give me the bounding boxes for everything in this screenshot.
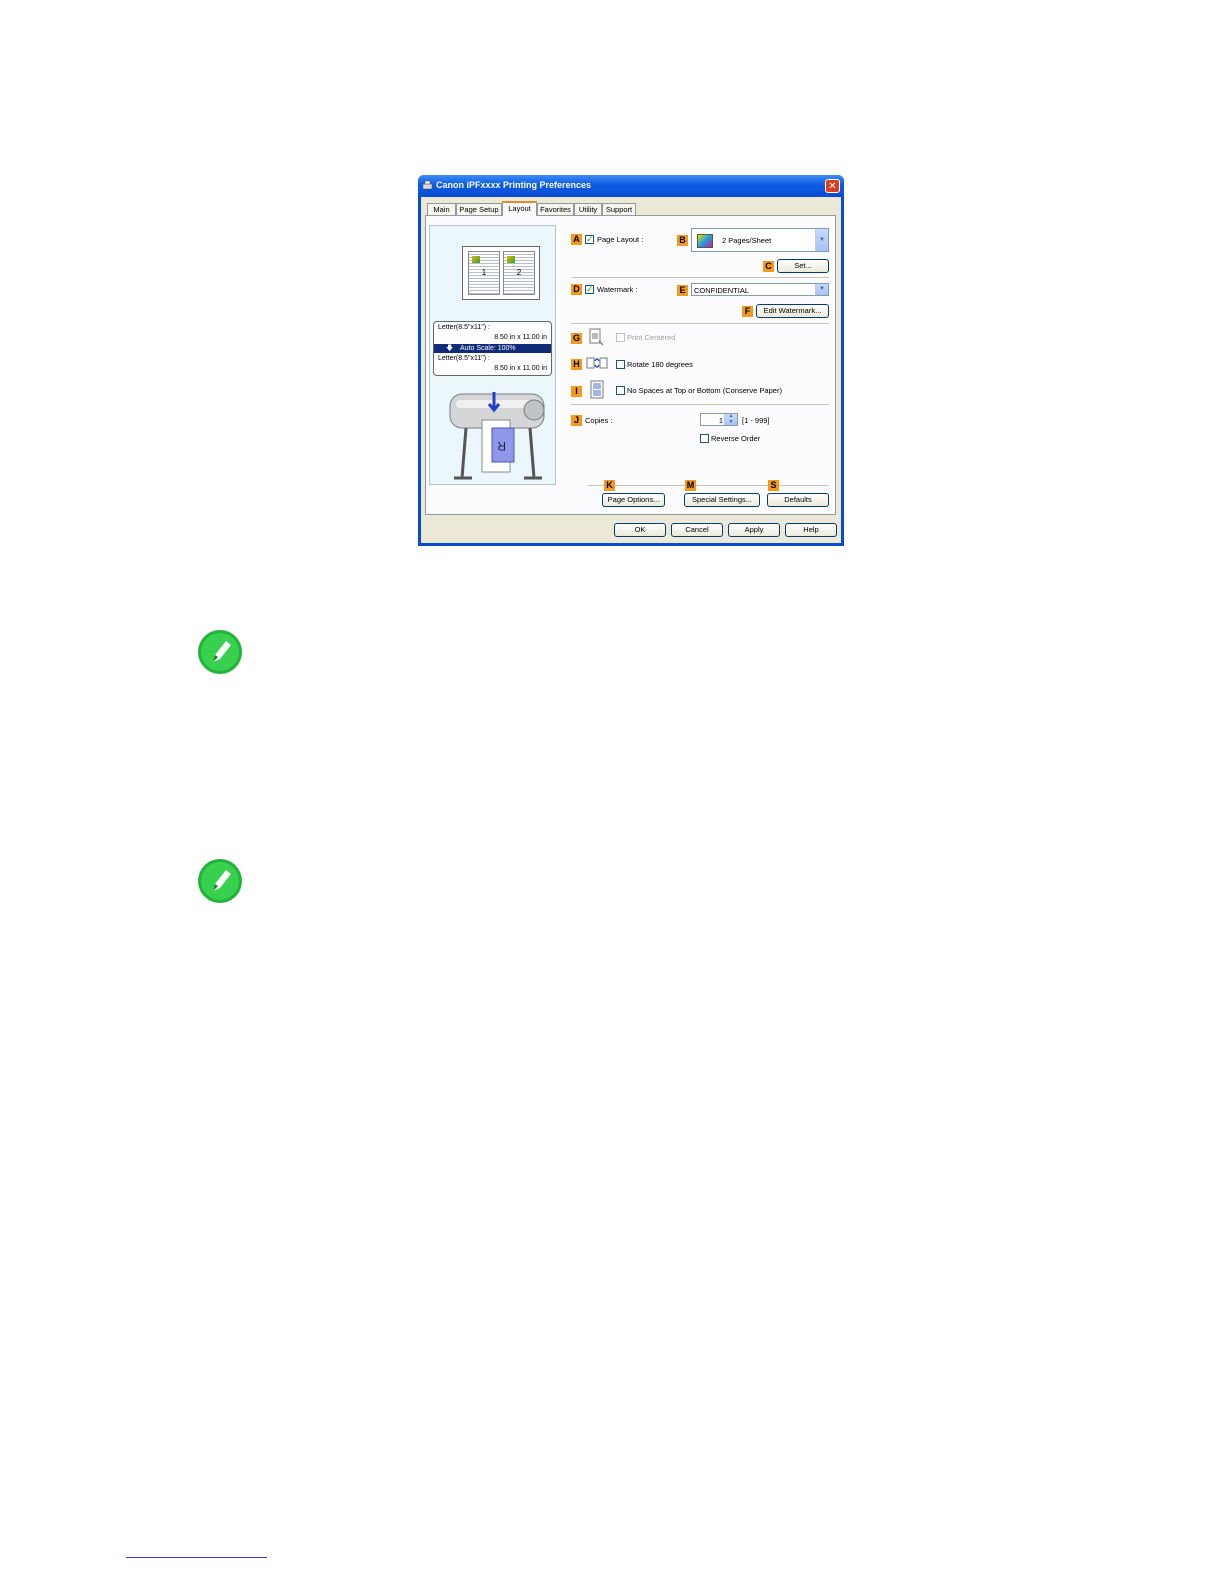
printer-app-icon bbox=[422, 180, 433, 190]
callout-badge-h: H bbox=[571, 359, 582, 370]
help-button[interactable]: Help bbox=[785, 523, 837, 537]
preview-panel: 1 2 Letter(8.5"x11") : 8.50 in x 11.00 i… bbox=[429, 225, 556, 485]
printer-illustration-icon: R bbox=[449, 392, 545, 480]
tab-favorites[interactable]: Favorites bbox=[537, 203, 574, 215]
window-title: Canon iPFxxxx Printing Preferences bbox=[436, 180, 592, 190]
preview-page-2: 2 bbox=[503, 251, 535, 295]
print-centered-icon bbox=[589, 328, 604, 346]
watermark-checkbox[interactable] bbox=[585, 284, 594, 295]
watermark-label: Watermark : bbox=[597, 285, 638, 294]
chevron-down-icon[interactable]: ▼ bbox=[815, 284, 828, 295]
page-layout-select[interactable]: 2 Pages/Sheet ▼ bbox=[691, 228, 829, 252]
reverse-order-label: Reverse Order bbox=[711, 434, 761, 443]
print-centered-label: Print Centered bbox=[627, 333, 676, 342]
callout-badge-j: J bbox=[571, 415, 582, 426]
callout-badge-b: B bbox=[677, 235, 688, 246]
special-settings-button[interactable]: Special Settings... bbox=[684, 493, 760, 507]
printing-preferences-dialog: Canon iPFxxxx Printing Preferences ✕ Mai… bbox=[418, 175, 844, 546]
apply-button[interactable]: Apply bbox=[728, 523, 780, 537]
callout-badge-c: C bbox=[763, 261, 774, 272]
close-button[interactable]: ✕ bbox=[825, 179, 840, 193]
dialog-client-area: Main Page Setup Layout Favorites Utility… bbox=[421, 197, 841, 543]
callout-badge-s: S bbox=[768, 480, 779, 491]
layout-thumbnail-icon bbox=[697, 234, 713, 248]
down-arrow-icon: 🡇 bbox=[446, 345, 454, 352]
callout-badge-k: K bbox=[604, 480, 615, 491]
callout-badge-a: A bbox=[571, 234, 582, 245]
chevron-down-icon[interactable]: ▼ bbox=[815, 229, 828, 251]
pencil-note-icon bbox=[198, 859, 242, 903]
footer-link-underline[interactable] bbox=[126, 1557, 267, 1558]
output-size-dims: 8.50 in x 11.00 in bbox=[494, 365, 547, 372]
callout-badge-f: F bbox=[742, 306, 753, 317]
paper-size-info: Letter(8.5"x11") : 8.50 in x 11.00 in 🡇 … bbox=[433, 321, 552, 376]
tab-utility[interactable]: Utility bbox=[574, 203, 602, 215]
page-layout-value: 2 Pages/Sheet bbox=[722, 236, 772, 245]
tab-page-setup[interactable]: Page Setup bbox=[456, 203, 502, 215]
copies-value: 1 bbox=[718, 416, 723, 425]
tab-support[interactable]: Support bbox=[602, 203, 636, 215]
callout-badge-e: E bbox=[677, 285, 688, 296]
page-options-button[interactable]: Page Options... bbox=[602, 493, 665, 507]
rotate-180-label: Rotate 180 degrees bbox=[627, 360, 693, 369]
callout-badge-i: I bbox=[571, 386, 582, 397]
edit-watermark-button[interactable]: Edit Watermark... bbox=[756, 304, 829, 318]
stepper-arrows-icon[interactable]: ▲ ▼ bbox=[724, 413, 737, 425]
rotate-180-checkbox[interactable] bbox=[616, 360, 625, 369]
reverse-order-checkbox[interactable] bbox=[700, 434, 709, 443]
callout-badge-g: G bbox=[571, 333, 582, 344]
page-layout-label: Page Layout : bbox=[597, 235, 644, 244]
input-size-label: Letter(8.5"x11") : bbox=[438, 324, 490, 331]
defaults-button[interactable]: Defaults bbox=[767, 493, 829, 507]
print-centered-checkbox[interactable] bbox=[616, 333, 625, 342]
image-thumbnail-icon bbox=[507, 256, 515, 263]
no-spaces-label: No Spaces at Top or Bottom (Conserve Pap… bbox=[627, 386, 782, 395]
scale-bar: 🡇 Auto Scale: 100% bbox=[434, 344, 551, 353]
page-layout-checkbox[interactable] bbox=[585, 234, 594, 245]
callout-badge-d: D bbox=[571, 284, 582, 295]
copies-label: Copies : bbox=[585, 416, 613, 425]
copies-stepper[interactable]: 1 ▲ ▼ bbox=[700, 413, 738, 426]
rotate-icon bbox=[586, 357, 608, 369]
copies-range: [1 - 999] bbox=[742, 416, 770, 425]
tab-main[interactable]: Main bbox=[427, 203, 456, 215]
output-size-label: Letter(8.5"x11") : bbox=[438, 355, 490, 362]
callout-badge-m: M bbox=[685, 480, 696, 491]
tab-layout[interactable]: Layout bbox=[502, 201, 537, 216]
divider bbox=[587, 485, 829, 486]
layout-preview-sheet: 1 2 bbox=[462, 246, 540, 300]
cancel-button[interactable]: Cancel bbox=[671, 523, 723, 537]
watermark-select[interactable]: CONFIDENTIAL ▼ bbox=[691, 283, 829, 296]
close-icon: ✕ bbox=[828, 181, 837, 192]
pencil-note-icon bbox=[198, 630, 242, 674]
input-size-dims: 8.50 in x 11.00 in bbox=[494, 334, 547, 341]
divider bbox=[571, 323, 829, 324]
set-button[interactable]: Set... bbox=[777, 259, 829, 273]
preview-page-1: 1 bbox=[468, 251, 500, 295]
conserve-paper-icon bbox=[590, 380, 604, 399]
divider bbox=[571, 277, 829, 278]
title-bar[interactable]: Canon iPFxxxx Printing Preferences ✕ bbox=[418, 175, 844, 197]
divider bbox=[571, 404, 829, 405]
watermark-value: CONFIDENTIAL bbox=[694, 286, 750, 295]
ok-button[interactable]: OK bbox=[614, 523, 666, 537]
svg-text:R: R bbox=[497, 439, 506, 453]
scale-label: Auto Scale: 100% bbox=[460, 345, 516, 352]
no-spaces-checkbox[interactable] bbox=[616, 386, 625, 395]
image-thumbnail-icon bbox=[472, 256, 480, 263]
